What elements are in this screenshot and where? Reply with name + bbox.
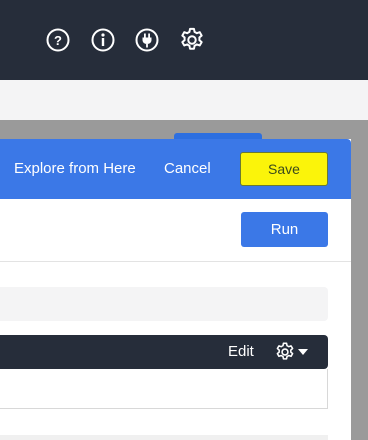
filters-bar[interactable] xyxy=(0,287,328,321)
bottom-section-bar xyxy=(0,435,328,440)
gear-icon[interactable] xyxy=(178,26,206,54)
settings-dropdown[interactable] xyxy=(274,340,312,364)
help-icon[interactable]: ? xyxy=(44,26,72,54)
plug-icon[interactable] xyxy=(133,26,161,54)
gear-icon xyxy=(276,342,294,360)
run-button[interactable]: Run xyxy=(241,212,328,247)
save-button[interactable]: Save xyxy=(240,152,328,186)
cancel-link[interactable]: Cancel xyxy=(164,159,211,179)
info-icon[interactable] xyxy=(89,26,117,54)
data-table-area xyxy=(0,369,328,409)
edit-link[interactable]: Edit xyxy=(228,343,254,361)
explore-from-here-link[interactable]: Explore from Here xyxy=(14,159,136,179)
top-navigation-bar: ? xyxy=(0,0,368,80)
query-toolbar: Run xyxy=(0,199,351,262)
caret-down-icon xyxy=(298,349,308,355)
data-section-header: Edit xyxy=(0,335,328,369)
explore-panel: Explore from Here Cancel Save Run Edit xyxy=(0,139,351,440)
svg-text:?: ? xyxy=(54,33,62,48)
sub-navigation-bar xyxy=(0,80,368,120)
panel-header: Explore from Here Cancel Save xyxy=(0,139,351,199)
